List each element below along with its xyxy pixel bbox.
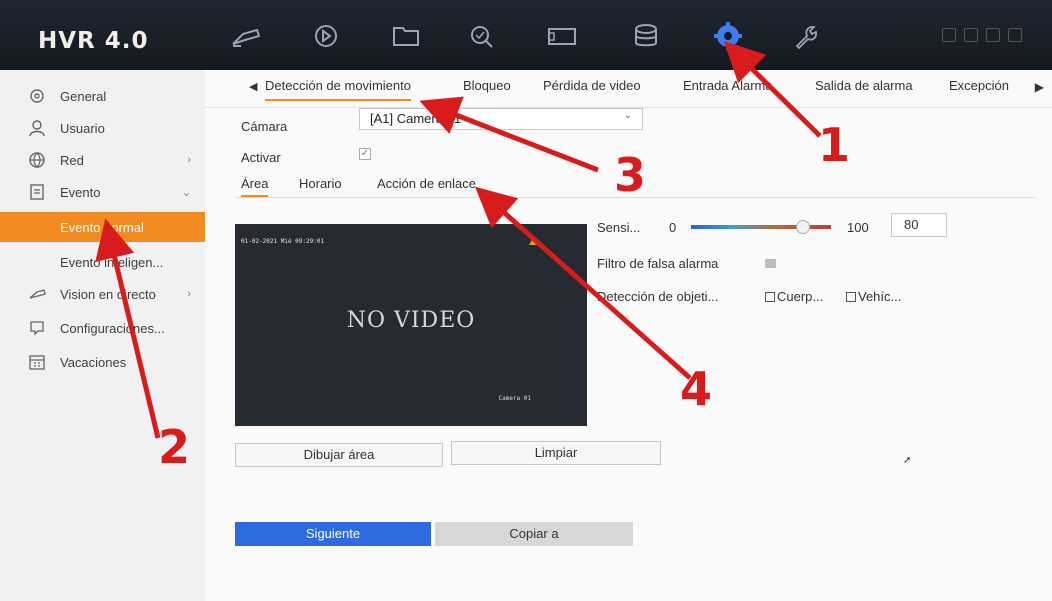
next-button[interactable]: Siguiente (235, 522, 431, 546)
person-checkbox[interactable] (765, 292, 775, 302)
sidebar-item-configuraciones[interactable]: Configuraciones... (0, 312, 205, 344)
files-icon[interactable] (384, 20, 428, 52)
sensitivity-max: 100 (847, 220, 869, 235)
event-icon (26, 183, 48, 201)
person-option-label: Cuerp... (777, 289, 824, 304)
sensitivity-min: 0 (669, 220, 677, 235)
camera-label: Cámara (241, 119, 288, 134)
globe-icon (26, 151, 48, 169)
sidebar-item-evento-normal[interactable]: Evento normal (0, 212, 205, 242)
app-logo: HVR 4.0 (38, 28, 149, 54)
tab-perdida-video[interactable]: Pérdida de video (543, 78, 641, 93)
chat-icon (26, 319, 48, 337)
camera-select-value: [A1] Camera 01 (370, 111, 462, 126)
status-icons (942, 28, 1022, 42)
sidebar-item-label: Evento normal (60, 219, 144, 235)
lock-icon[interactable] (986, 28, 1000, 42)
sidebar-item-general[interactable]: General (0, 80, 205, 112)
camera-select[interactable]: [A1] Camera 01 ⌄ (359, 108, 643, 130)
search-icon[interactable] (460, 20, 504, 52)
object-detection-label: Detección de objeti... (597, 289, 719, 304)
annotation-number-3: 3 (614, 148, 647, 202)
sensitivity-input[interactable]: 80 (891, 213, 947, 237)
draw-area-button[interactable]: Dibujar área (235, 443, 443, 467)
video-camera-name: Camera 01 (498, 395, 531, 402)
sidebar-item-vision-directo[interactable]: Vision en directo › (0, 278, 205, 310)
event-tabs: ◀ Detección de movimiento Bloqueo Pérdid… (205, 70, 1052, 108)
chevron-down-icon: ⌄ (623, 110, 632, 121)
camera-icon (26, 285, 48, 303)
warning-icon (529, 236, 539, 245)
no-video-text: NO VIDEO (346, 308, 476, 333)
sidebar-item-red[interactable]: Red › (0, 144, 205, 176)
sidebar: General Usuario Red › Evento ⌄ Evento no… (0, 70, 205, 601)
sidebar-item-evento-inteligente[interactable]: Evento inteligen... (0, 246, 205, 278)
sidebar-item-label: Evento (60, 184, 101, 200)
sidebar-item-vacaciones[interactable]: Vacaciones (0, 346, 205, 378)
vehicle-option-label: Vehíc... (858, 289, 902, 304)
sidebar-item-evento[interactable]: Evento ⌄ (0, 176, 205, 208)
false-alarm-label: Filtro de falsa alarma (597, 256, 719, 271)
annotation-number-1: 1 (818, 118, 851, 172)
sensitivity-slider[interactable] (691, 225, 831, 229)
clear-button[interactable]: Limpiar (451, 441, 661, 465)
false-alarm-checkbox[interactable] (765, 259, 776, 268)
activar-label: Activar (241, 150, 281, 165)
sidebar-item-label: Configuraciones... (60, 320, 165, 336)
tabs-left-arrow-icon[interactable]: ◀ (249, 80, 257, 93)
camera-icon[interactable] (540, 20, 584, 52)
settings-icon[interactable] (706, 20, 750, 52)
sidebar-item-label: Usuario (60, 120, 105, 136)
annotation-number-4: 4 (680, 362, 713, 416)
video-preview[interactable]: 01-02-2021 Mié 09:29:01 NO VIDEO Camera … (235, 224, 587, 426)
tab-excepcion[interactable]: Excepción (949, 78, 1009, 93)
vehicle-option[interactable]: Vehíc... (846, 289, 901, 304)
chevron-right-icon: › (187, 288, 191, 300)
sidebar-item-label: Evento inteligen... (60, 254, 164, 270)
sidebar-item-label: Vision en directo (60, 286, 156, 302)
tab-bloqueo[interactable]: Bloqueo (463, 78, 511, 93)
playback-icon[interactable] (304, 20, 348, 52)
mouse-pointer-icon: ➚ (903, 455, 912, 466)
tab-deteccion-movimiento[interactable]: Detección de movimiento (265, 78, 411, 101)
person-option[interactable]: Cuerp... (765, 289, 823, 304)
sidebar-item-label: Vacaciones (60, 354, 127, 370)
top-bar: HVR 4.0 (0, 0, 1052, 70)
vehicle-checkbox[interactable] (846, 292, 856, 302)
live-view-icon[interactable] (224, 20, 268, 52)
user-icon (26, 119, 48, 137)
copy-to-button[interactable]: Copiar a (435, 522, 633, 546)
video-timestamp: 01-02-2021 Mié 09:29:01 (241, 238, 325, 245)
gear-icon (26, 87, 48, 105)
storage-icon[interactable] (624, 20, 668, 52)
sidebar-item-usuario[interactable]: Usuario (0, 112, 205, 144)
annotation-number-2: 2 (158, 420, 191, 474)
tab-accion-enlace[interactable]: Acción de enlace (377, 176, 476, 191)
sidebar-item-label: Red (60, 152, 84, 168)
power-icon[interactable] (1008, 28, 1022, 42)
sidebar-item-label: General (60, 88, 107, 104)
sensitivity-slider-handle[interactable] (796, 220, 810, 234)
maintenance-icon[interactable] (784, 20, 828, 52)
tab-horario[interactable]: Horario (299, 176, 342, 191)
tab-area[interactable]: Área (241, 176, 269, 197)
tab-entrada-alarma[interactable]: Entrada Alarma (683, 78, 773, 93)
tab-salida-alarma[interactable]: Salida de alarma (815, 78, 913, 93)
chevron-right-icon: › (187, 154, 191, 166)
sensitivity-label: Sensi... (597, 220, 641, 235)
alarm-icon[interactable] (964, 28, 978, 42)
download-icon[interactable] (942, 28, 956, 42)
calendar-icon (26, 353, 48, 371)
chevron-down-icon: ⌄ (181, 186, 191, 199)
activar-checkbox[interactable]: ✓ (359, 148, 371, 160)
tabs-right-arrow-icon[interactable]: ▶ (1035, 80, 1044, 94)
